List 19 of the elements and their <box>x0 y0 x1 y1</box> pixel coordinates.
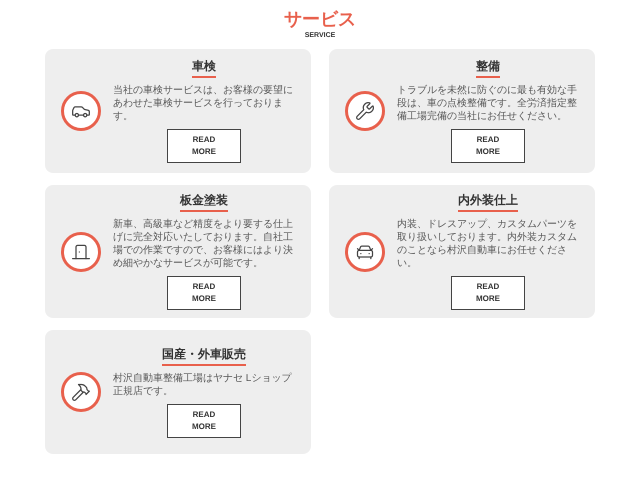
card-title: 国産・外車販売 <box>162 346 246 366</box>
read-more-button[interactable]: READ MORE <box>167 129 241 163</box>
card-title: 車検 <box>192 59 216 78</box>
card-description: 内装、ドレスアップ、カスタムパーツを取り扱いしております。内外装カスタムのことなら村沢自動車にお任せください。 <box>397 218 578 270</box>
wrench-icon <box>355 101 375 121</box>
card-description: 新車、高級車など精度をより要する仕上げに完全対応いたしております。自社工場での作業ですので、お客様にはより決め細やかなサービスが可能です。 <box>113 218 294 270</box>
section-title: サービス <box>284 8 356 30</box>
card-title: 整備 <box>476 59 500 78</box>
door-icon <box>71 242 91 262</box>
card-description: トラブルを未然に防ぐのに最も有効な手段は、車の点検整備です。全労済指定整備工場完備の当社にお任せください。 <box>397 84 578 123</box>
hammer-icon <box>71 382 91 402</box>
card-title: 内外装仕上 <box>458 193 518 212</box>
card-description: 村沢自動車整備工場はヤナセ Lショップ正規店です。 <box>113 372 293 398</box>
read-more-button[interactable]: READ MORE <box>167 276 241 310</box>
read-more-button[interactable]: READ MORE <box>167 404 241 438</box>
card-description: 当社の車検サービスは、お客様の要望にあわせた車検サービスを行っております。 <box>113 84 294 123</box>
card-title: 板金塗装 <box>180 193 228 212</box>
read-more-button[interactable]: READ MORE <box>451 129 525 163</box>
read-more-button[interactable]: READ MORE <box>451 276 525 310</box>
